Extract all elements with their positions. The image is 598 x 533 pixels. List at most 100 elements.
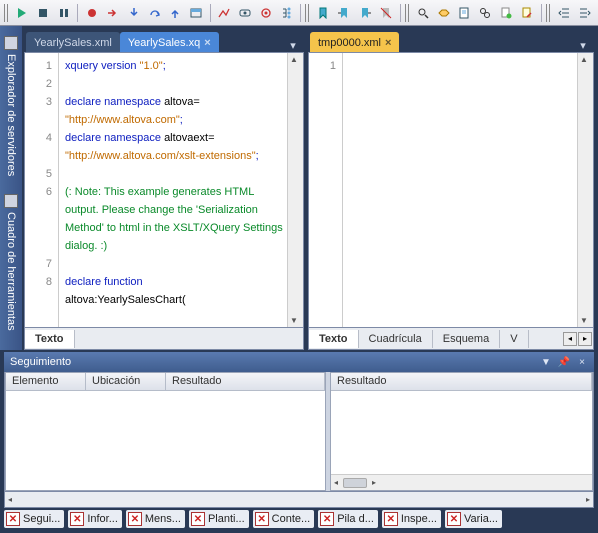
grid-body[interactable] xyxy=(6,391,325,490)
watch-icon[interactable] xyxy=(236,3,255,23)
view-tab-texto[interactable]: Texto xyxy=(25,330,75,348)
code-area[interactable] xyxy=(343,53,577,327)
toolbar-separator xyxy=(400,4,401,22)
toolwin-tab[interactable]: ✕Pila d... xyxy=(318,510,378,528)
toolbar-separator xyxy=(210,4,211,22)
editor-right: tmp0000.xml× ▾ 1 Texto Cuadrícula Esquem… xyxy=(308,30,594,350)
panel-body: Elemento Ubicación Resultado Resultado ◂… xyxy=(4,372,594,492)
tab-yearlysales-xml[interactable]: YearlySales.xml xyxy=(26,32,120,52)
tab-scroll[interactable]: ◂▸ xyxy=(563,332,593,346)
sidebar-tab-toolbox[interactable]: Cuadro de herramientas xyxy=(2,188,20,337)
grid-right: Resultado ◂▸ xyxy=(330,372,593,491)
step-out-icon[interactable] xyxy=(166,3,185,23)
step-icon[interactable] xyxy=(103,3,122,23)
find-files-icon[interactable] xyxy=(476,3,495,23)
right-view-tabs: Texto Cuadrícula Esquema V ◂▸ xyxy=(308,328,594,350)
panel-title: Seguimiento xyxy=(10,356,71,368)
find-icon[interactable] xyxy=(413,3,432,23)
bookmark-prev-icon[interactable] xyxy=(356,3,375,23)
step-over-icon[interactable] xyxy=(145,3,164,23)
indent-left-icon[interactable] xyxy=(554,3,573,23)
play-icon[interactable] xyxy=(13,3,32,23)
sidebar-tab-server-explorer[interactable]: Explorador de servidores xyxy=(2,30,20,182)
edit-file-icon[interactable] xyxy=(518,3,537,23)
tab-tmp0000-xml[interactable]: tmp0000.xml× xyxy=(310,32,399,52)
frame-icon[interactable] xyxy=(187,3,206,23)
grid-header: Elemento Ubicación Resultado xyxy=(6,373,325,391)
view-tab-v[interactable]: V xyxy=(500,330,528,348)
breakpoint-icon[interactable] xyxy=(82,3,101,23)
line-gutter: 1 xyxy=(309,53,343,327)
view-tab-texto[interactable]: Texto xyxy=(309,330,359,348)
grid-body[interactable] xyxy=(331,391,592,474)
trace-icon[interactable] xyxy=(215,3,234,23)
code-area[interactable]: xquery version "1.0";declare namespace a… xyxy=(59,53,287,327)
bookmark-next-icon[interactable] xyxy=(335,3,354,23)
toolwin-tab[interactable]: ✕Infor... xyxy=(68,510,122,528)
tab-yearlysales-xq[interactable]: YearlySales.xq× xyxy=(120,32,219,52)
toolwin-tab[interactable]: ✕Conte... xyxy=(253,510,315,528)
toolbar-separator xyxy=(300,4,301,22)
bookmark-clear-icon[interactable] xyxy=(377,3,396,23)
bookmark-icon[interactable] xyxy=(314,3,333,23)
grid-left: Elemento Ubicación Resultado xyxy=(5,372,326,491)
eval-icon[interactable] xyxy=(257,3,276,23)
col-resultado[interactable]: Resultado xyxy=(331,373,592,390)
close-icon[interactable]: × xyxy=(385,37,391,49)
error-icon: ✕ xyxy=(384,512,398,526)
toolwin-tab[interactable]: ✕Inspe... xyxy=(382,510,441,528)
editor-area: YearlySales.xml YearlySales.xq× ▾ 123 4 … xyxy=(22,26,598,350)
bottom-toolwindow-tabs: ✕Segui...✕Infor...✕Mens...✕Planti...✕Con… xyxy=(0,508,598,530)
vertical-scrollbar[interactable] xyxy=(287,53,303,327)
left-view-tabs: Texto xyxy=(24,328,304,350)
editor-left: YearlySales.xml YearlySales.xq× ▾ 123 4 … xyxy=(24,30,304,350)
left-tabrow: YearlySales.xml YearlySales.xq× ▾ xyxy=(24,30,304,52)
error-icon: ✕ xyxy=(70,512,84,526)
horizontal-scrollbar[interactable]: ◂▸ xyxy=(331,474,592,490)
right-tabrow: tmp0000.xml× ▾ xyxy=(308,30,594,52)
tab-menu-icon[interactable]: ▾ xyxy=(286,38,300,52)
toolwin-tab[interactable]: ✕Varia... xyxy=(445,510,502,528)
col-elemento[interactable]: Elemento xyxy=(6,373,86,390)
view-tab-esquema[interactable]: Esquema xyxy=(433,330,500,348)
tree-icon[interactable] xyxy=(277,3,296,23)
panel-close-icon[interactable]: × xyxy=(576,356,588,368)
toolbar-grip[interactable] xyxy=(305,4,310,22)
error-icon: ✕ xyxy=(6,512,20,526)
toolbar-grip[interactable] xyxy=(4,4,9,22)
goto-icon[interactable] xyxy=(455,3,474,23)
panel-menu-icon[interactable]: ▼ xyxy=(540,356,552,368)
server-icon xyxy=(4,36,18,50)
vertical-scrollbar[interactable] xyxy=(577,53,593,327)
outer-horizontal-scrollbar[interactable]: ◂▸ xyxy=(4,492,594,508)
step-into-icon[interactable] xyxy=(124,3,143,23)
toolbar-separator xyxy=(541,4,542,22)
tab-menu-icon[interactable]: ▾ xyxy=(576,38,590,52)
error-icon: ✕ xyxy=(191,512,205,526)
grid-header: Resultado xyxy=(331,373,592,391)
col-ubicacion[interactable]: Ubicación xyxy=(86,373,166,390)
right-editor-body: 1 xyxy=(308,52,594,328)
toolbar-separator xyxy=(77,4,78,22)
view-tab-cuadricula[interactable]: Cuadrícula xyxy=(359,330,433,348)
indent-right-icon[interactable] xyxy=(575,3,594,23)
error-icon: ✕ xyxy=(320,512,334,526)
tag-icon[interactable] xyxy=(434,3,453,23)
close-icon[interactable]: × xyxy=(204,37,210,49)
toolwin-tab[interactable]: ✕Mens... xyxy=(126,510,185,528)
new-file-icon[interactable] xyxy=(497,3,516,23)
col-resultado[interactable]: Resultado xyxy=(166,373,325,390)
stop-icon[interactable] xyxy=(34,3,53,23)
toolbox-icon xyxy=(4,194,18,208)
toolwin-tab[interactable]: ✕Planti... xyxy=(189,510,249,528)
toolbar-grip[interactable] xyxy=(546,4,551,22)
toolwin-tab[interactable]: ✕Segui... xyxy=(4,510,64,528)
toolbar-grip[interactable] xyxy=(405,4,410,22)
left-editor-body: 123 4 56 78 xquery version "1.0";declare… xyxy=(24,52,304,328)
sidebar: Explorador de servidores Cuadro de herra… xyxy=(0,26,22,350)
pause-icon[interactable] xyxy=(55,3,74,23)
main-area: Explorador de servidores Cuadro de herra… xyxy=(0,26,598,350)
panel-header[interactable]: Seguimiento ▼ 📌 × xyxy=(4,352,594,372)
panel-pin-icon[interactable]: 📌 xyxy=(558,356,570,368)
error-icon: ✕ xyxy=(447,512,461,526)
